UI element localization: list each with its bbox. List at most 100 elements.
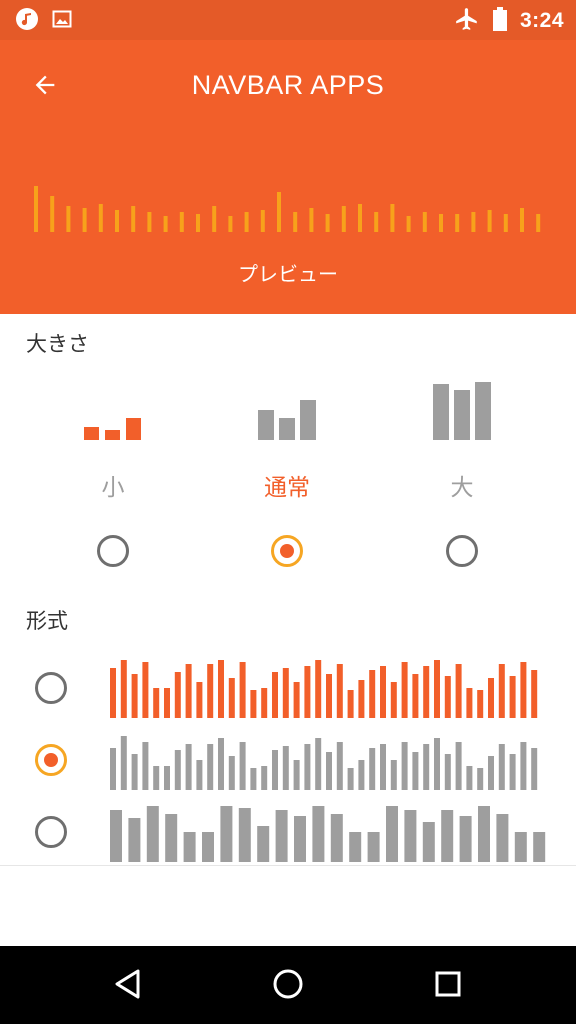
visualizer-bar <box>406 216 411 232</box>
size-large-icon <box>433 382 491 440</box>
visualizer-bar <box>520 208 524 232</box>
visualizer-bar <box>401 662 408 718</box>
visualizer-bar <box>455 214 460 232</box>
visualizer-bar <box>257 826 270 862</box>
visualizer-bar <box>250 768 257 790</box>
visualizer-bar <box>277 192 281 232</box>
size-small-radio[interactable] <box>97 535 129 567</box>
visualizer-bar <box>477 690 484 718</box>
visualizer-bar <box>110 810 122 862</box>
visualizer-bar <box>239 742 246 790</box>
visualizer-bar <box>347 690 354 718</box>
size-small-label: 小 <box>101 475 125 501</box>
visualizer-bar <box>520 742 527 790</box>
size-large-label: 大 <box>450 475 474 501</box>
visualizer-bar <box>498 744 505 790</box>
visualizer-bar <box>390 760 397 790</box>
visualizer-bar <box>202 832 214 862</box>
visualizer-bar <box>471 212 476 232</box>
visualizer-bar <box>531 670 538 718</box>
visualizer-bar <box>380 666 386 718</box>
visualizer-bar <box>503 214 508 232</box>
visualizer-bar <box>179 212 184 232</box>
visualizer-bar <box>304 666 311 718</box>
system-nav-bar <box>0 946 576 1024</box>
format-option-3-radio[interactable] <box>35 816 67 848</box>
visualizer-bar <box>533 832 546 862</box>
divider <box>0 865 576 866</box>
visualizer-bar <box>165 814 178 862</box>
visualizer-bar <box>358 760 365 790</box>
visualizer-bar <box>367 832 380 862</box>
visualizer-bar <box>163 216 168 232</box>
visualizer-bar <box>509 754 516 790</box>
visualizer-bar <box>228 216 233 232</box>
visualizer-bar <box>220 806 233 862</box>
visualizer-bar <box>272 672 278 718</box>
nav-recents-button[interactable] <box>426 964 470 1008</box>
visualizer-bar <box>110 668 116 718</box>
format-section-title: 形式 <box>26 609 68 633</box>
visualizer-bar <box>434 660 440 718</box>
size-normal-radio[interactable] <box>271 535 303 567</box>
visualizer-bar <box>347 768 354 790</box>
visualizer-bar <box>369 748 376 790</box>
size-section-title: 大きさ <box>26 332 89 356</box>
back-triangle-icon <box>113 968 143 1004</box>
visualizer-bar <box>293 682 300 718</box>
visualizer-bar <box>153 688 160 718</box>
visualizer-bar <box>441 810 454 862</box>
visualizer-bar <box>218 738 224 790</box>
visualizer-bar <box>239 662 246 718</box>
visualizer-bar <box>434 738 440 790</box>
visualizer-bar <box>386 806 398 862</box>
status-time: 3:24 <box>519 9 564 32</box>
format-option-2-radio[interactable] <box>35 744 67 776</box>
nav-back-button[interactable] <box>106 964 150 1008</box>
visualizer-bar <box>341 206 346 232</box>
size-normal-icon <box>258 400 316 440</box>
visualizer-bar <box>282 746 289 790</box>
visualizer-bar <box>185 664 192 718</box>
visualizer-bar <box>390 204 395 232</box>
visualizer-bar <box>423 666 430 718</box>
format-option-2-preview <box>110 736 538 790</box>
visualizer-bar <box>325 214 330 232</box>
home-circle-icon <box>272 968 304 1004</box>
visualizer-bar <box>244 212 249 232</box>
visualizer-bar <box>98 204 103 232</box>
visualizer-bar <box>423 744 430 790</box>
app-bar: NAVBAR APPS プレビュー <box>0 40 576 314</box>
visualizer-bar <box>496 814 509 862</box>
format-option-1-preview <box>110 660 538 718</box>
visualizer-bar <box>164 688 170 718</box>
visualizer-bar <box>131 674 138 718</box>
visualizer-bar <box>358 204 362 232</box>
visualizer-bar <box>147 212 152 232</box>
visualizer-bar <box>412 752 419 790</box>
visualizer-bar <box>212 206 217 232</box>
visualizer-bar <box>309 208 314 232</box>
size-large-radio[interactable] <box>446 535 478 567</box>
visualizer-bar <box>401 742 408 790</box>
visualizer-bar <box>444 676 451 718</box>
visualizer-bar <box>293 212 298 232</box>
visualizer-bar <box>142 662 149 718</box>
visualizer-bar <box>196 760 203 790</box>
visualizer-bar <box>514 832 527 862</box>
visualizer-bar <box>455 742 462 790</box>
visualizer-bar <box>128 818 141 862</box>
format-option-1-radio[interactable] <box>35 672 67 704</box>
visualizer-bar <box>509 676 516 718</box>
visualizer-bar <box>261 688 268 718</box>
visualizer-bar <box>164 766 170 790</box>
visualizer-bar <box>422 822 435 862</box>
visualizer-bar <box>228 756 235 790</box>
visualizer-bar <box>478 806 490 862</box>
visualizer-bar <box>207 664 214 718</box>
nav-home-button[interactable] <box>266 964 310 1008</box>
visualizer-bar <box>487 210 492 232</box>
visualizer-bar <box>82 208 87 232</box>
visualizer-bar <box>466 688 473 718</box>
visualizer-bar <box>498 664 505 718</box>
